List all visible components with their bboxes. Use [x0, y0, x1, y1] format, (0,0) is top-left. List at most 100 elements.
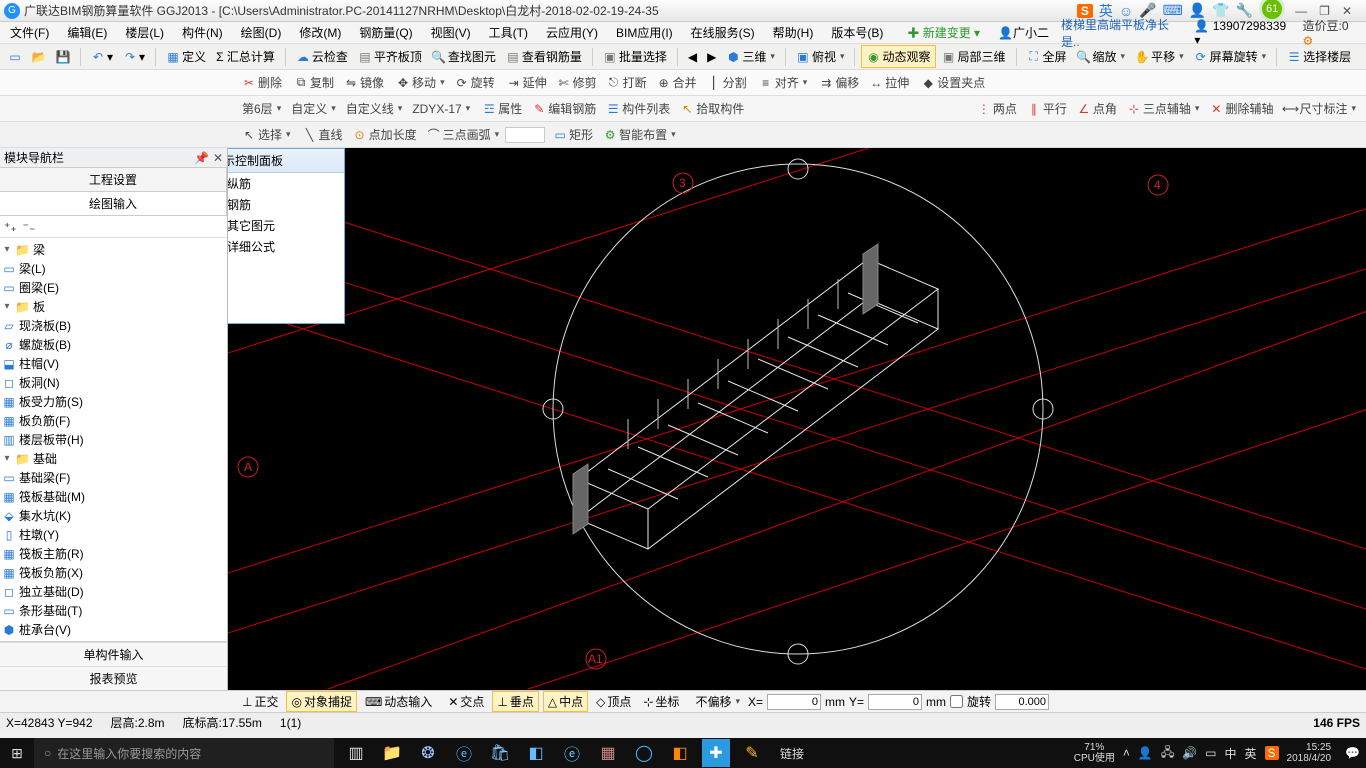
open-file-button[interactable]: 📂 [28, 48, 50, 66]
tab-project-settings[interactable]: 工程设置 [0, 168, 227, 191]
tray-sogou-icon[interactable]: S [1265, 746, 1279, 760]
tray-ime-icon[interactable]: ▭ [1205, 746, 1216, 760]
top-view-button[interactable]: ▣俯视 [792, 46, 849, 67]
tray-lang2[interactable]: 英 [1245, 745, 1257, 762]
rotate-button[interactable]: ⟳旋转 [451, 72, 499, 93]
tree-slab-rebar[interactable]: 板受力筋(S) [19, 393, 83, 410]
tree-slab-neg[interactable]: 板负筋(F) [19, 412, 70, 429]
menu-cloud[interactable]: 云应用(Y) [540, 22, 604, 43]
three-point-aux[interactable]: ⊹三点辅轴 [1123, 98, 1204, 119]
snap-midpoint[interactable]: △中点 [543, 691, 588, 712]
folder-icon[interactable]: 📁 [378, 739, 406, 767]
align-button[interactable]: ≡对齐 [755, 72, 812, 93]
snap-coordinate[interactable]: ⊹坐标 [639, 692, 683, 711]
save-button[interactable]: 💾 [52, 48, 74, 66]
tree-ring-beam[interactable]: 圈梁(E) [19, 279, 59, 296]
tree-sump[interactable]: 集水坑(K) [19, 507, 71, 524]
rotate-checkbox[interactable] [950, 695, 963, 708]
menu-floor[interactable]: 楼层(L) [119, 22, 170, 43]
move-button[interactable]: ✥移动 [392, 72, 449, 93]
cloud-check-button[interactable]: ☁云检查 [292, 46, 352, 67]
extend-button[interactable]: ⇥延伸 [503, 72, 551, 93]
app-icon-6[interactable]: ✚ [702, 739, 730, 767]
pin-icon[interactable]: 📌 [194, 151, 209, 165]
tree-isolated[interactable]: 独立基础(D) [19, 583, 84, 600]
dimension-button[interactable]: ⟷尺寸标注 [1279, 98, 1360, 119]
menu-draw[interactable]: 绘图(D) [235, 22, 288, 43]
two-point-aux[interactable]: ⋮两点 [973, 98, 1021, 119]
app-icon-2[interactable]: ◧ [522, 739, 550, 767]
tree-column-cap[interactable]: 柱帽(V) [19, 355, 59, 372]
component-list-button[interactable]: ☰构件列表 [602, 98, 674, 119]
arc-tool[interactable]: ⌒三点画弧 [423, 124, 504, 145]
smart-layout-tool[interactable]: ⚙智能布置 [599, 124, 680, 145]
tree-strip-found[interactable]: 条形基础(T) [19, 602, 82, 619]
balance[interactable]: 造价豆:0 ⚙ [1302, 17, 1362, 48]
tree-slab[interactable]: 板 [33, 298, 45, 315]
3d-viewport[interactable]: 3 4 A A1 [228, 148, 1366, 690]
tree-raft-main[interactable]: 筏板主筋(R) [19, 545, 84, 562]
line-tool[interactable]: ╲直线 [299, 124, 347, 145]
notification-center-icon[interactable]: 💬 [1345, 746, 1360, 760]
arrow-right-button[interactable]: ▶ [703, 48, 720, 66]
tree-cast-slab[interactable]: 现浇板(B) [19, 317, 71, 334]
tree-pile-cap[interactable]: 桩承台(V) [19, 621, 71, 638]
app-icon-5[interactable]: ◧ [666, 739, 694, 767]
menu-view[interactable]: 视图(V) [425, 22, 477, 43]
rebar-display-panel[interactable]: 钢筋显示控制面板 水平纵筋 横向钢筋 显示其它图元 显示详细公式 [228, 148, 345, 324]
start-button[interactable]: ⊞ [0, 745, 34, 762]
local-3d-button[interactable]: ▣局部三维 [938, 46, 1010, 67]
tray-up-icon[interactable]: ˄ [1123, 746, 1130, 760]
cpu-meter[interactable]: 71% CPU使用 [1074, 742, 1115, 764]
tree-foundation[interactable]: 基础 [33, 450, 57, 467]
app-icon-7[interactable]: ✎ [738, 739, 766, 767]
link-label[interactable]: 链接 [780, 745, 804, 762]
dynamic-observe-button[interactable]: ◉动态观察 [861, 45, 935, 68]
menu-edit[interactable]: 编辑(E) [61, 22, 113, 43]
menu-version[interactable]: 版本号(B) [825, 22, 889, 43]
3d-button[interactable]: ⬢三维 [722, 46, 779, 67]
component-tree[interactable]: ▾📁梁 ▭梁(L) ▭圈梁(E) ▾📁板 ▱现浇板(B) ⌀螺旋板(B) ⬓柱帽… [0, 238, 227, 641]
mirror-button[interactable]: ⇋镜像 [340, 72, 388, 93]
user-small[interactable]: 👤广小二 [992, 22, 1055, 43]
snap-perpendicular[interactable]: ⊥垂点 [492, 691, 538, 712]
menu-online[interactable]: 在线服务(S) [685, 22, 761, 43]
y-input[interactable] [868, 694, 922, 710]
flat-roof-button[interactable]: ▤平齐板顶 [354, 46, 426, 67]
menu-help[interactable]: 帮助(H) [767, 22, 820, 43]
merge-button[interactable]: ⊕合并 [653, 72, 701, 93]
tab-single-component[interactable]: 单构件输入 [0, 642, 227, 666]
osnap-toggle[interactable]: ◎对象捕捉 [286, 691, 357, 712]
view-rebar-button[interactable]: ▤查看钢筋量 [502, 46, 586, 67]
tip-link[interactable]: 楼梯里高端平板净长是.. [1061, 16, 1186, 50]
tray-volume-icon[interactable]: 🔊 [1182, 746, 1197, 760]
break-button[interactable]: ⎋打断 [603, 72, 651, 93]
menu-bim[interactable]: BIM应用(I) [610, 22, 679, 43]
floor-select[interactable]: 第6层 [238, 98, 285, 119]
stretch-button[interactable]: ↔拉伸 [865, 72, 913, 93]
fullscreen-button[interactable]: ⛶全屏 [1023, 46, 1071, 67]
attributes-button[interactable]: ☲属性 [478, 98, 526, 119]
menu-file[interactable]: 文件(F) [4, 22, 55, 43]
app-icon-4[interactable]: ◯ [630, 739, 658, 767]
zoom-button[interactable]: 🔍缩放 [1073, 46, 1130, 67]
collapse-all-icon[interactable]: ⁻₋ [23, 220, 36, 234]
tree-raft-neg[interactable]: 筏板负筋(X) [19, 564, 83, 581]
offset-button[interactable]: ⇉偏移 [815, 72, 863, 93]
new-file-button[interactable]: ▭ [4, 48, 26, 66]
menu-tools[interactable]: 工具(T) [483, 22, 534, 43]
parallel-aux[interactable]: ∥平行 [1023, 98, 1071, 119]
snap-vertex[interactable]: ◇顶点 [592, 692, 635, 711]
tray-network-icon[interactable]: 🖧 [1161, 743, 1174, 764]
component-code[interactable]: ZDYX-17 [408, 100, 474, 118]
clock[interactable]: 15:25 2018/4/20 [1287, 742, 1338, 764]
tree-pier[interactable]: 柱墩(Y) [19, 526, 59, 543]
ie-icon[interactable]: ⓔ [558, 739, 586, 767]
arrow-left-button[interactable]: ◀ [684, 48, 701, 66]
rect-tool[interactable]: ▭矩形 [549, 124, 597, 145]
sum-calc-button[interactable]: Σ 汇总计算 [212, 46, 279, 67]
offset-mode-select[interactable]: 不偏移 [691, 692, 744, 711]
new-change-button[interactable]: ✚ 新建变更 ▾ [901, 22, 986, 43]
batch-select-button[interactable]: ▣批量选择 [599, 46, 671, 67]
draw-input[interactable] [505, 127, 545, 143]
